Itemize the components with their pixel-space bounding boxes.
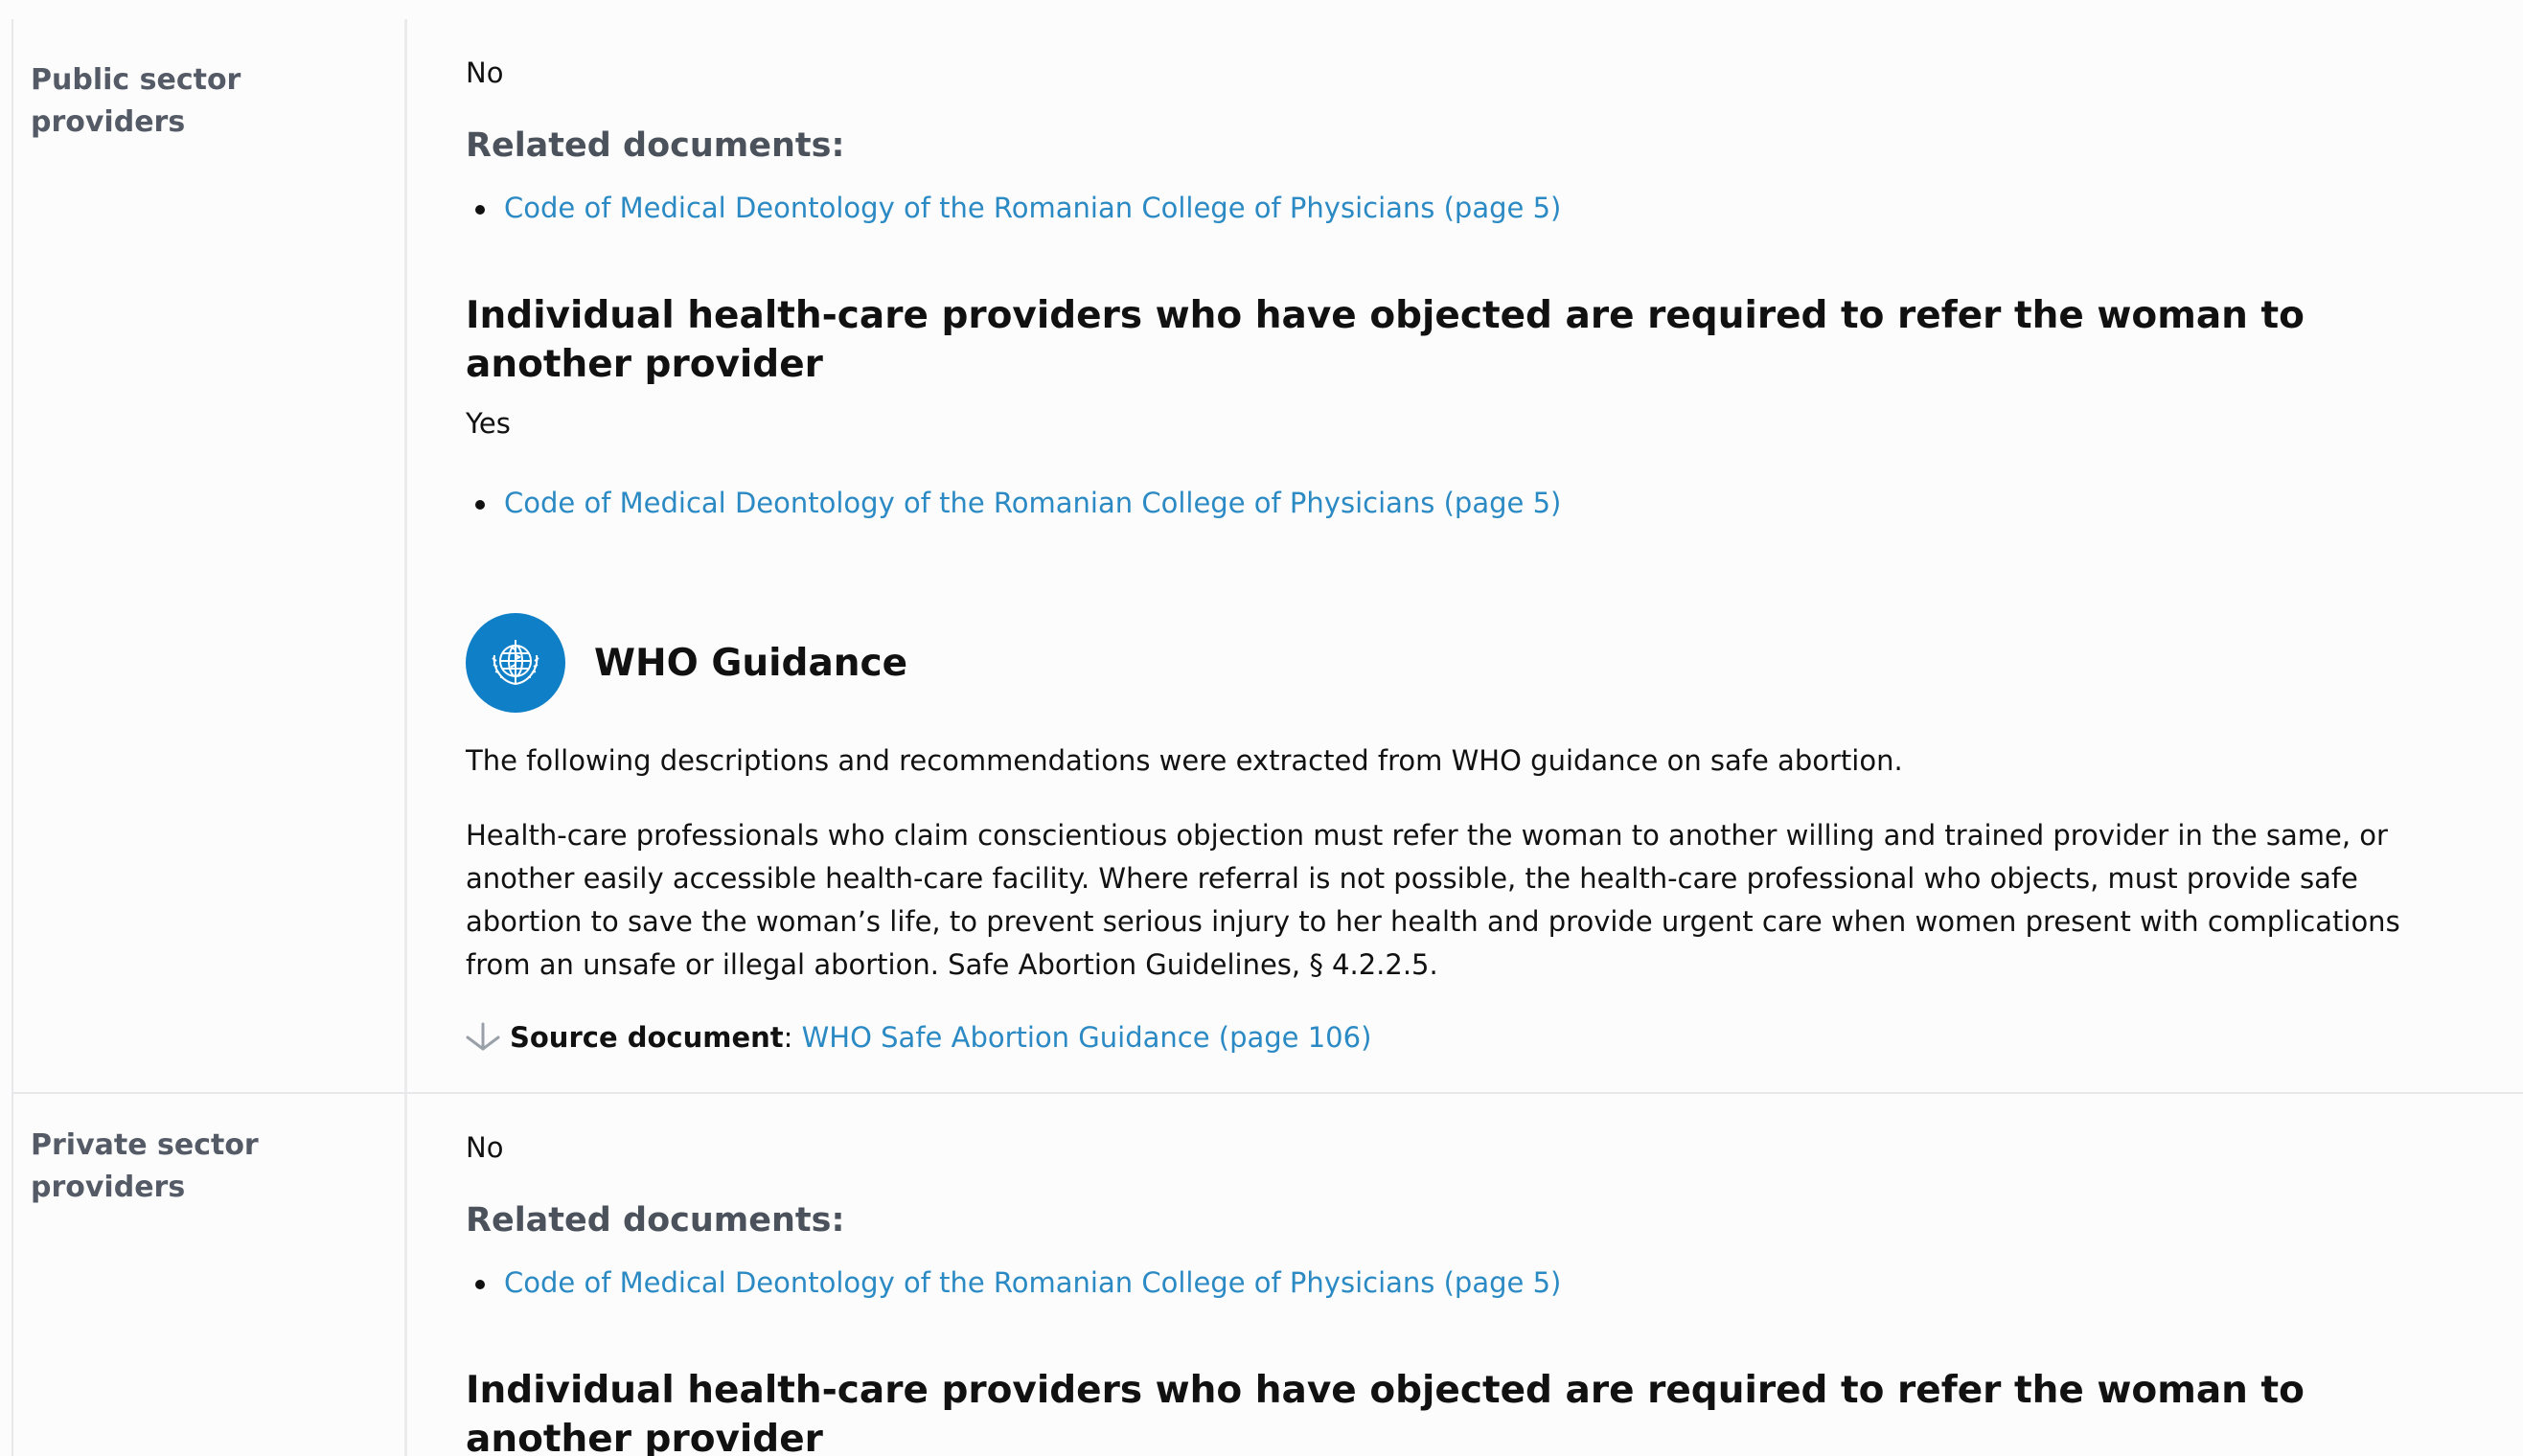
related-documents-heading: Related documents: [466,1201,845,1240]
arrow-down-icon [466,1022,500,1051]
table-row-public-sector: Public sector providers No Related docum… [11,19,2523,1092]
who-guidance-header: WHO Guidance [466,613,2418,713]
who-guidance-intro: The following descriptions and recommend… [466,744,1903,777]
list-item: Code of Medical Deontology of the Romani… [466,483,2418,523]
source-document-line: Source document : WHO Safe Abortion Guid… [466,1017,2418,1058]
page: Public sector providers No Related docum… [0,0,2523,1456]
who-guidance-title: WHO Guidance [594,641,908,685]
question-documents-list: Code of Medical Deontology of the Romani… [466,483,2418,523]
row-label-private-sector: Private sector providers [31,1128,259,1204]
answer-value: No [466,57,504,89]
list-item: Code of Medical Deontology of the Romani… [466,188,2418,228]
document-link[interactable]: Code of Medical Deontology of the Romani… [504,487,1561,519]
who-emblem-icon [466,613,565,713]
source-separator: : [783,1021,793,1054]
question-heading: Individual health-care providers who hav… [466,1369,2305,1456]
source-document-link[interactable]: WHO Safe Abortion Guidance (page 106) [802,1017,1372,1058]
row-label-public-sector: Public sector providers [31,63,241,139]
source-document-label: Source document [510,1021,784,1054]
answer-value: No [466,1131,504,1164]
table-row-private-sector: Private sector providers No Related docu… [11,1094,2523,1456]
column-divider [404,1094,407,1456]
row-label-cell: Public sector providers [11,19,404,1092]
related-documents-heading: Related documents: [466,126,845,165]
who-guidance-body: Health-care professionals who claim cons… [466,819,2400,981]
question-heading: Individual health-care providers who hav… [466,294,2305,386]
related-documents-list: Code of Medical Deontology of the Romani… [466,188,2418,228]
row-label-cell: Private sector providers [11,1094,404,1456]
column-divider [404,19,407,1092]
related-documents-list: Code of Medical Deontology of the Romani… [466,1263,2418,1303]
document-link[interactable]: Code of Medical Deontology of the Romani… [504,192,1561,224]
document-link[interactable]: Code of Medical Deontology of the Romani… [504,1266,1561,1299]
list-item: Code of Medical Deontology of the Romani… [466,1263,2418,1303]
question-answer-value: Yes [466,407,511,440]
